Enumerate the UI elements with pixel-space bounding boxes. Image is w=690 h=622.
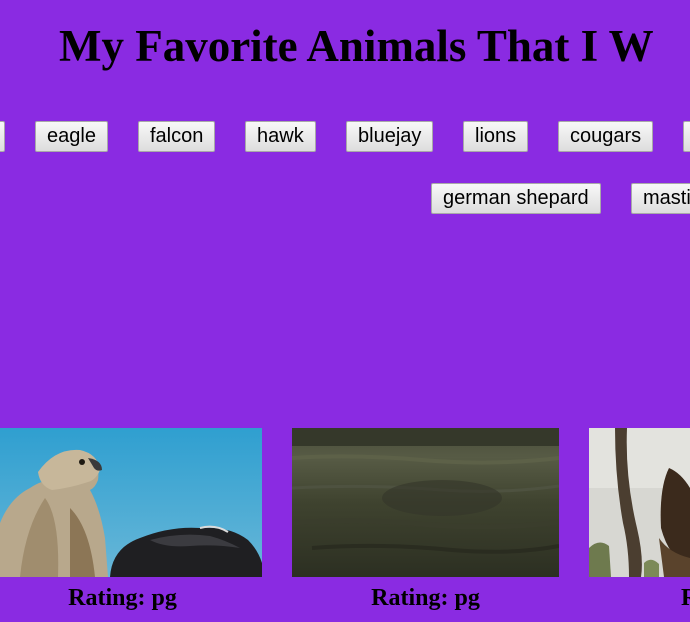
bluejay-button[interactable]: bluejay [346,121,434,152]
falcon-button[interactable]: falcon [138,121,216,152]
page-title: My Favorite Animals That I W [59,21,654,71]
rating-label: R [681,585,690,611]
rating-label: Rating: pg [68,585,177,611]
eagle-button[interactable]: eagle [35,121,108,152]
rating-label: Rating: pg [371,585,480,611]
cougars-button[interactable]: cougars [558,121,654,152]
hidden-animal-button[interactable] [0,121,5,152]
water-photo [292,428,559,577]
mastiff-button[interactable]: masti [631,183,690,214]
eagle-photo [0,428,262,577]
next-animal-button[interactable] [683,121,690,152]
hawk-button[interactable]: hawk [245,121,316,152]
bird-branch-photo [589,428,690,577]
lions-button[interactable]: lions [463,121,529,152]
german-shepard-button[interactable]: german shepard [431,183,601,214]
